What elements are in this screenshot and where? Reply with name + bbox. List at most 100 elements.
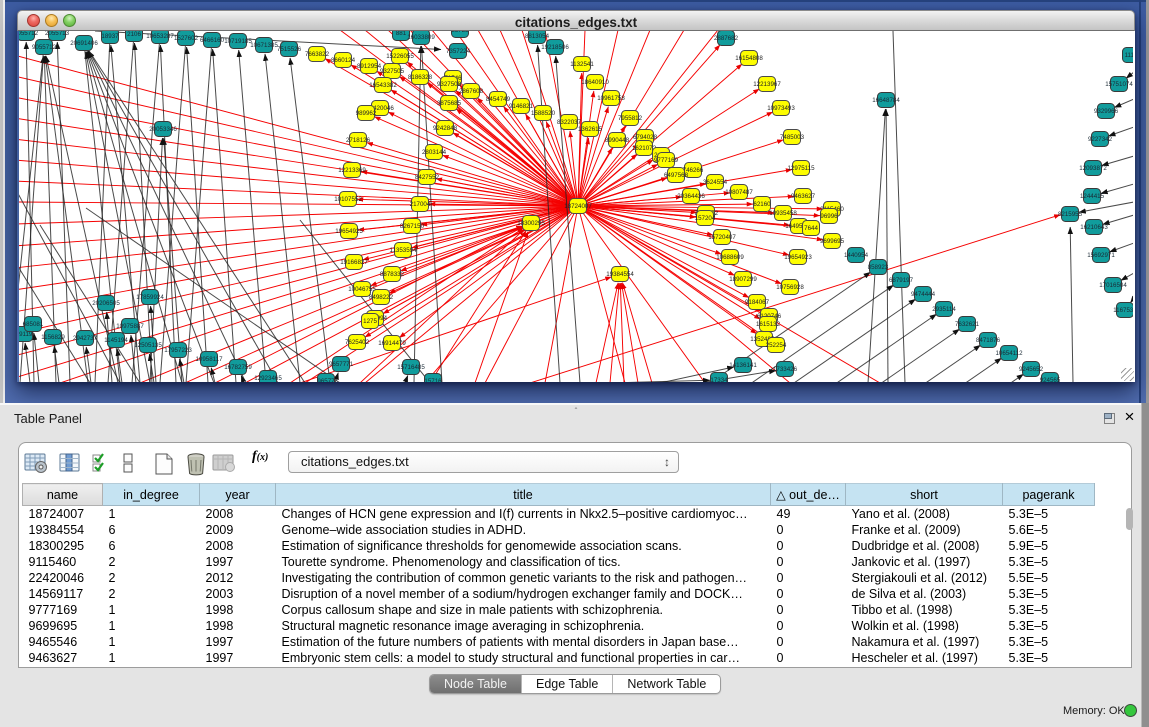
- svg-text:8427552: 8427552: [415, 174, 440, 181]
- svg-text:7644: 7644: [804, 225, 818, 232]
- svg-text:2887682: 2887682: [714, 35, 739, 42]
- svg-text:8990448: 8990448: [605, 137, 630, 144]
- svg-text:17016504: 17016504: [1099, 282, 1127, 289]
- svg-text:8471876: 8471876: [976, 337, 1001, 344]
- svg-text:8912954: 8912954: [357, 63, 382, 70]
- svg-text:1145194: 1145194: [104, 337, 128, 344]
- svg-text:19218506: 19218506: [541, 44, 569, 51]
- svg-text:2867608: 2867608: [459, 88, 484, 95]
- svg-text:17334: 17334: [710, 377, 728, 382]
- svg-text:96577: 96577: [317, 378, 335, 382]
- svg-text:9055712: 9055712: [32, 44, 57, 51]
- svg-text:10975887: 10975887: [116, 323, 144, 330]
- svg-text:12975115: 12975115: [787, 165, 815, 172]
- svg-text:2106: 2106: [127, 31, 141, 38]
- svg-text:8267150: 8267150: [400, 223, 425, 230]
- svg-text:10653287: 10653287: [146, 33, 174, 40]
- svg-text:96996: 96996: [820, 213, 838, 220]
- svg-text:19654925: 19654925: [335, 228, 363, 235]
- svg-text:1733426: 1733426: [773, 366, 798, 373]
- svg-text:10958117: 10958117: [195, 356, 223, 363]
- svg-text:2935114: 2935114: [932, 306, 956, 313]
- svg-text:18300295: 18300295: [517, 220, 545, 227]
- svg-text:62160: 62160: [753, 201, 771, 208]
- svg-text:2055713: 2055713: [45, 31, 70, 37]
- svg-text:15692971: 15692971: [1087, 252, 1115, 259]
- svg-text:19654923: 19654923: [784, 254, 812, 261]
- svg-text:1275: 1275: [363, 318, 377, 325]
- svg-text:1440954: 1440954: [844, 252, 869, 259]
- svg-text:6497568: 6497568: [664, 172, 689, 179]
- svg-text:252254: 252254: [766, 342, 787, 349]
- svg-text:12093872: 12093872: [1079, 165, 1107, 172]
- svg-text:14136141: 14136141: [729, 362, 757, 369]
- svg-text:217004: 217004: [410, 201, 431, 208]
- svg-text:9463627: 9463627: [791, 193, 816, 200]
- svg-text:15716: 15716: [424, 378, 442, 382]
- svg-text:6466160: 6466160: [200, 37, 225, 44]
- svg-text:8878332: 8878332: [380, 271, 405, 278]
- svg-text:16033809: 16033809: [407, 34, 435, 41]
- svg-text:9227342: 9227342: [1088, 136, 1113, 143]
- svg-text:18907299: 18907299: [729, 276, 757, 283]
- svg-text:9329966: 9329966: [1094, 108, 1119, 115]
- svg-text:12923465: 12923465: [254, 375, 282, 382]
- svg-text:10935458: 10935458: [769, 210, 797, 217]
- svg-text:16782759: 16782759: [224, 364, 252, 371]
- svg-text:10756928: 10756928: [776, 284, 804, 291]
- svg-text:17859924: 17859924: [136, 294, 164, 301]
- svg-text:9657771: 9657771: [329, 361, 354, 368]
- svg-text:1156829: 1156829: [41, 334, 65, 341]
- svg-text:16543382: 16543382: [369, 82, 397, 89]
- svg-text:17957223: 17957223: [164, 347, 192, 354]
- svg-text:15751074: 15751074: [1105, 81, 1133, 88]
- svg-text:9777169: 9777169: [654, 157, 679, 164]
- svg-text:8186328: 8186328: [408, 74, 433, 81]
- svg-text:7357224: 7357224: [446, 48, 471, 55]
- svg-text:6879197: 6879197: [889, 277, 914, 284]
- svg-text:7625402: 7625402: [345, 339, 370, 346]
- svg-text:9327505: 9327505: [380, 68, 405, 75]
- svg-text:10961758: 10961758: [597, 95, 625, 102]
- svg-text:16154808: 16154808: [735, 55, 763, 62]
- svg-text:3624554: 3624554: [703, 179, 728, 186]
- svg-text:12213967: 12213967: [753, 81, 781, 88]
- svg-text:2803144: 2803144: [422, 149, 447, 156]
- svg-text:7663822: 7663822: [305, 51, 330, 58]
- svg-text:9184067: 9184067: [745, 299, 770, 306]
- svg-text:2718126: 2718126: [346, 137, 371, 144]
- svg-text:9699695: 9699695: [820, 238, 845, 245]
- svg-text:9474444: 9474444: [911, 291, 936, 298]
- svg-text:924565: 924565: [1040, 377, 1061, 382]
- svg-text:1244415: 1244415: [1080, 193, 1105, 200]
- svg-text:7955812: 7955812: [618, 115, 643, 122]
- svg-text:18937: 18937: [101, 33, 119, 40]
- svg-text:10973493: 10973493: [767, 105, 795, 112]
- svg-text:8454749: 8454749: [486, 96, 511, 103]
- svg-text:2942737: 2942737: [73, 335, 98, 342]
- svg-text:8215955: 8215955: [1058, 211, 1083, 218]
- svg-text:12505135: 12505135: [134, 342, 162, 349]
- svg-text:3875685: 3875685: [437, 100, 462, 107]
- svg-text:20053346: 20053346: [149, 126, 177, 133]
- svg-text:1588520: 1588520: [531, 110, 556, 117]
- svg-text:10719185: 10719185: [224, 38, 252, 45]
- svg-text:15720407: 15720407: [708, 234, 736, 241]
- svg-text:39119: 39119: [19, 331, 33, 338]
- svg-text:8660124: 8660124: [331, 57, 356, 64]
- svg-text:11353594: 11353594: [389, 247, 417, 254]
- svg-text:55723: 55723: [451, 31, 469, 34]
- svg-text:10107552: 10107552: [334, 196, 362, 203]
- svg-text:1112: 1112: [1125, 52, 1133, 59]
- svg-text:10654112: 10654112: [995, 350, 1023, 357]
- svg-text:7632621: 7632621: [955, 321, 980, 328]
- svg-text:19384554: 19384554: [606, 271, 634, 278]
- svg-text:989962: 989962: [356, 110, 377, 117]
- svg-text:15226055: 15226055: [386, 53, 414, 60]
- svg-text:9327508: 9327508: [437, 81, 462, 88]
- svg-text:685081: 685081: [23, 321, 44, 328]
- svg-text:19166827: 19166827: [340, 259, 368, 266]
- svg-text:20206505: 20206505: [92, 300, 120, 307]
- svg-text:8498222: 8498222: [369, 294, 394, 301]
- svg-text:16914479: 16914479: [378, 340, 406, 347]
